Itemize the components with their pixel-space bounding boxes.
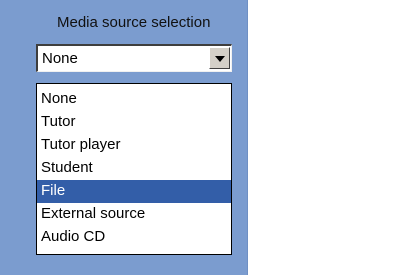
media-source-panel: Media source selection None None Tutor T… [0, 0, 248, 275]
chevron-down-icon [215, 56, 225, 62]
panel-title: Media source selection [57, 14, 211, 31]
screenshot-frame: Media source selection None None Tutor T… [0, 0, 414, 275]
dropdown-option-student[interactable]: Student [37, 157, 231, 180]
dropdown-option-tutor[interactable]: Tutor [37, 111, 231, 134]
media-source-combobox[interactable]: None [36, 44, 232, 72]
dropdown-option-tutor-player[interactable]: Tutor player [37, 134, 231, 157]
media-source-dropdown-list[interactable]: None Tutor Tutor player Student File Ext… [36, 83, 232, 255]
dropdown-option-file[interactable]: File [37, 180, 231, 203]
combobox-selected-value: None [42, 50, 78, 67]
dropdown-button[interactable] [209, 47, 230, 69]
dropdown-option-external-source[interactable]: External source [37, 203, 231, 226]
dropdown-option-audio-cd[interactable]: Audio CD [37, 226, 231, 249]
dropdown-option-none[interactable]: None [37, 88, 231, 111]
